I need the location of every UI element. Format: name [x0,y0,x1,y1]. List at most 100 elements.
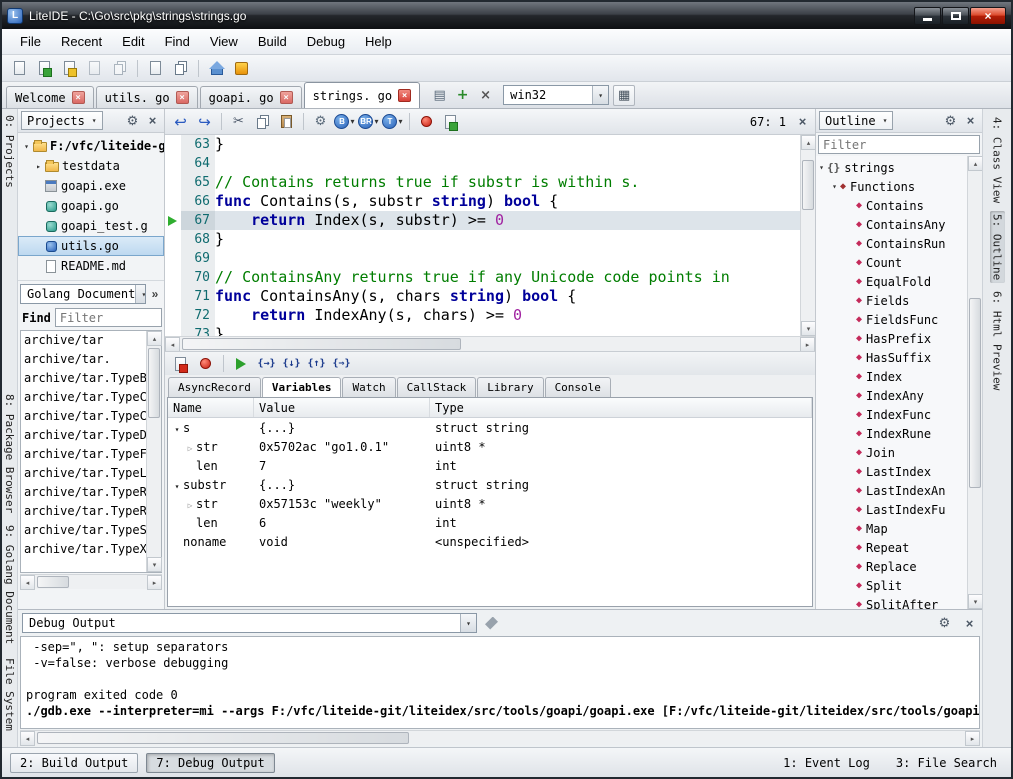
dropdown-icon[interactable]: ▾ [592,86,608,104]
twisty-icon[interactable]: ▾ [171,482,183,491]
debug-output-text[interactable]: -sep=", ": setup separators -v=false: ve… [20,636,980,729]
outline-item-splitafter[interactable]: ◆SplitAfter [816,595,967,609]
status-item-3-file-search[interactable]: 3: File Search [896,756,997,770]
scroll-left-icon[interactable]: ◂ [20,575,35,590]
outline-item-hasprefix[interactable]: ◆HasPrefix [816,329,967,348]
scroll-track[interactable] [801,150,815,321]
tree-item-readme-md[interactable]: README.md [18,256,164,276]
step-out-icon[interactable]: {↑} [305,353,328,375]
twisty-icon[interactable]: ▾ [171,425,183,434]
list-item-archive-tar[interactable]: archive/tar [21,331,146,350]
outline-item-containsrun[interactable]: ◆ContainsRun [816,234,967,253]
outline-item-indexrune[interactable]: ◆IndexRune [816,424,967,443]
status-item-1-event-log[interactable]: 1: Event Log [783,756,870,770]
find-filter-input[interactable] [55,308,162,327]
gear-icon[interactable]: ⚙ [936,615,953,632]
output-horizontal-scrollbar[interactable]: ◂ ▸ [20,730,980,745]
paste-icon[interactable] [275,111,298,133]
outline-item-map[interactable]: ◆Map [816,519,967,538]
column-header-name[interactable]: Name [168,398,254,417]
outline-vertical-scrollbar[interactable]: ▴ ▾ [967,156,982,609]
tab-close-icon[interactable]: × [398,89,411,102]
tree-item-goapi-exe[interactable]: goapi.exe [18,176,164,196]
outline-item-repeat[interactable]: ◆Repeat [816,538,967,557]
twisty-icon[interactable]: ▷ [184,501,196,510]
list-item-archive-tar-typeco[interactable]: archive/tar.TypeCo [21,407,146,426]
tree-item-testdata[interactable]: ▸testdata [18,156,164,176]
open-file-icon[interactable] [33,57,56,79]
editor-list-icon[interactable]: ▤ [428,84,451,106]
column-header-type[interactable]: Type [430,398,812,417]
new-file-icon[interactable] [8,57,31,79]
redo-icon[interactable]: ↪ [193,111,216,133]
debug-tab-callstack[interactable]: CallStack [397,377,477,397]
outline-item-split[interactable]: ◆Split [816,576,967,595]
close-panel-icon[interactable]: × [144,112,161,129]
editor-line[interactable]: 67 return Index(s, substr) >= 0 [165,211,800,230]
list-item-archive-tar[interactable]: archive/tar. [21,350,146,369]
scroll-thumb[interactable] [802,160,814,210]
options-icon[interactable] [230,57,253,79]
outline-item-contains[interactable]: ◆Contains [816,196,967,215]
scroll-thumb[interactable] [37,732,409,744]
variable-row[interactable]: ▷str0x5702ac "go1.0.1"uint8 * [168,437,812,456]
cut-icon[interactable]: ✂ [227,111,250,133]
editor-line[interactable]: 63} [165,135,800,154]
outline-item-count[interactable]: ◆Count [816,253,967,272]
editor-line[interactable]: 66func Contains(s, substr string) bool { [165,192,800,211]
tab-utils-go[interactable]: utils. go× [96,86,198,108]
list-item-archive-tar-typefif[interactable]: archive/tar.TypeFif [21,445,146,464]
scroll-down-icon[interactable]: ▾ [968,594,983,609]
build-test-icon[interactable]: T▾ [381,111,404,133]
side-tab-8-package-browser[interactable]: 8: Package Browser [2,391,17,516]
scroll-left-icon[interactable]: ◂ [20,731,35,746]
scroll-thumb[interactable] [969,298,981,488]
column-header-value[interactable]: Value [254,398,430,417]
variable-row[interactable]: nonamevoid<unspecified> [168,532,812,551]
scroll-track[interactable] [35,731,965,745]
dropdown-icon[interactable]: ▾ [135,285,146,303]
copy-icon[interactable] [251,111,274,133]
editor-line[interactable]: 69 [165,249,800,268]
editor-lines[interactable]: 63}6465// Contains returns true if subst… [165,135,800,336]
close-editor-icon[interactable]: × [794,113,811,130]
twisty-icon[interactable]: ▾ [829,182,840,191]
twisty-icon[interactable]: ▸ [33,162,44,171]
scroll-track[interactable] [180,337,800,351]
outline-item-containsany[interactable]: ◆ContainsAny [816,215,967,234]
build-icon[interactable]: B▾ [333,111,356,133]
variable-row[interactable]: len6int [168,513,812,532]
list-item-archive-tar-typere[interactable]: archive/tar.TypeRe [21,502,146,521]
build-config-icon[interactable]: ⚙ [309,111,332,133]
menu-build[interactable]: Build [248,30,297,53]
side-tab-0-projects[interactable]: 0: Projects [2,112,17,191]
undo-icon[interactable]: ↩ [169,111,192,133]
scroll-right-icon[interactable]: ▸ [147,575,162,590]
toggle-breakpoint-icon[interactable] [415,111,438,133]
menu-debug[interactable]: Debug [297,30,355,53]
outline-root[interactable]: ▾{}strings [816,158,967,177]
tab-goapi-go[interactable]: goapi. go× [200,86,302,108]
scroll-down-icon[interactable]: ▾ [147,557,162,572]
editor-vertical-scrollbar[interactable]: ▴ ▾ [800,135,815,336]
document-type-combo[interactable]: Golang Document ▾ [20,284,146,304]
list-item-archive-tar-typeblo[interactable]: archive/tar.TypeBlo [21,369,146,388]
editor-line[interactable]: 70// ContainsAny returns true if any Uni… [165,268,800,287]
open-project-icon[interactable] [58,57,81,79]
clear-output-icon[interactable] [485,617,498,630]
code-editor[interactable]: 63}6465// Contains returns true if subst… [165,135,815,336]
scroll-right-icon[interactable]: ▸ [965,731,980,746]
tab-strings-go[interactable]: strings. go× [304,82,420,108]
outline-item-join[interactable]: ◆Join [816,443,967,462]
step-over-icon[interactable]: {→} [255,353,278,375]
menu-find[interactable]: Find [155,30,200,53]
step-into-icon[interactable]: {↓} [280,353,303,375]
title-bar[interactable]: L LiteIDE - C:\Go\src\pkg\strings\string… [2,2,1011,29]
editor-line[interactable]: 68} [165,230,800,249]
editor-line[interactable]: 72 return IndexAny(s, chars) >= 0 [165,306,800,325]
outline-filter-input[interactable] [818,135,980,154]
scroll-thumb[interactable] [37,576,69,588]
side-tab-9-golang-document[interactable]: 9: Golang Document [2,522,17,647]
export-html-icon[interactable] [144,57,167,79]
copy-text-icon[interactable] [169,57,192,79]
